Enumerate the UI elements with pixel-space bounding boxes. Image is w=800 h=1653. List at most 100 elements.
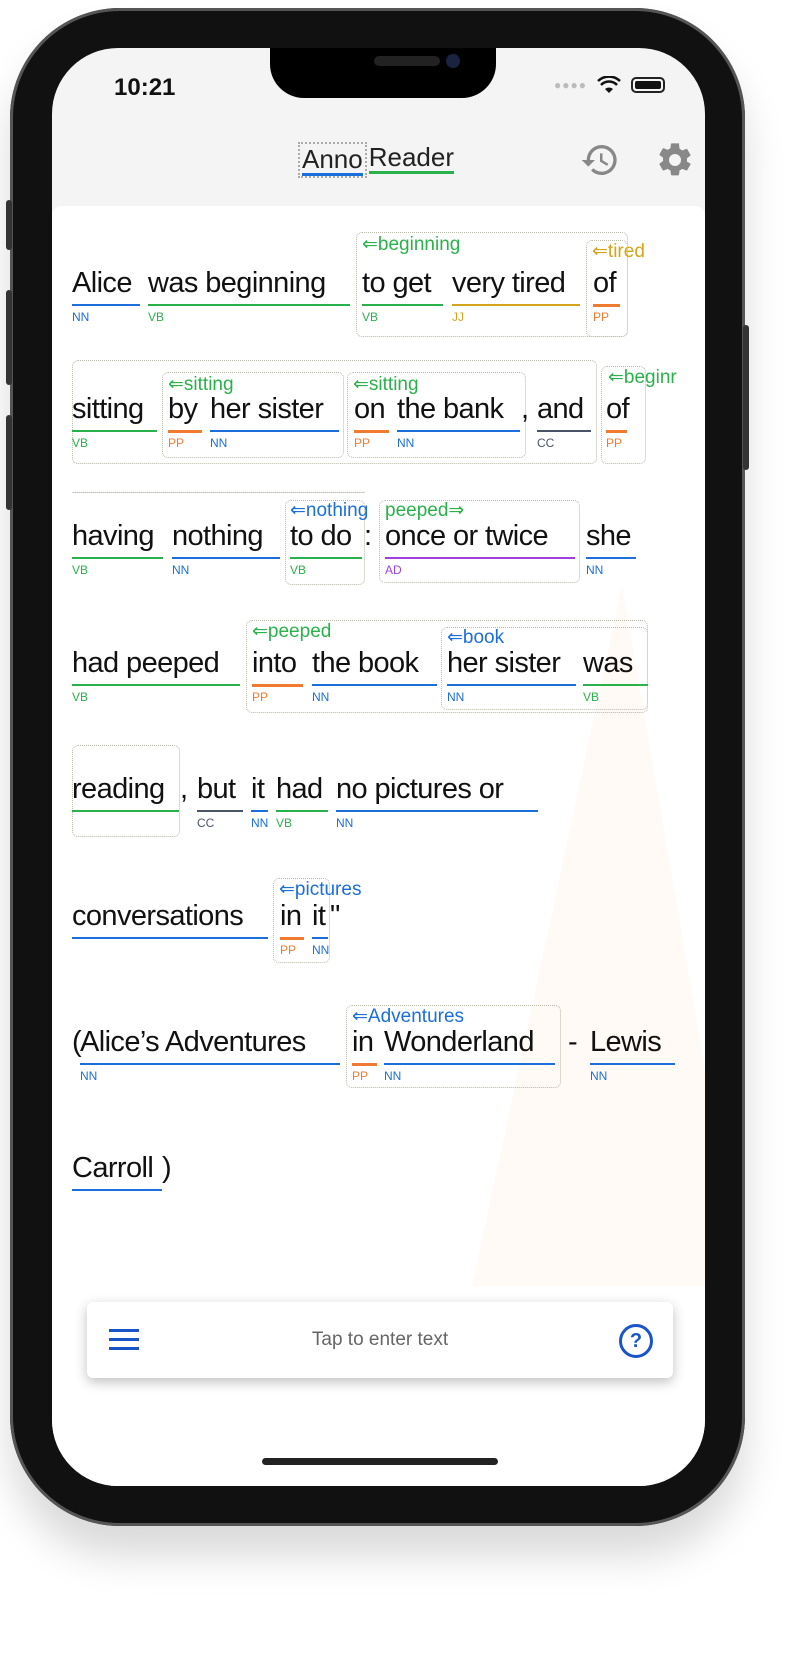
annotated-word[interactable]: to get [362, 267, 432, 299]
annotated-word[interactable]: Carroll [72, 1152, 154, 1184]
pos-tag: NN [586, 563, 604, 577]
annotated-word[interactable]: by [168, 393, 198, 425]
pos-tag: PP [606, 436, 623, 450]
annotated-word[interactable]: to do [290, 520, 352, 552]
pos-tag: PP [252, 690, 269, 704]
pos-tag: NN [336, 816, 354, 830]
punctuation[interactable]: , [521, 393, 529, 425]
pos-tag: PP [352, 1069, 369, 1083]
notch [270, 48, 496, 98]
pos-tag: CC [197, 816, 215, 830]
annotated-word[interactable]: it [251, 773, 265, 805]
punctuation[interactable]: ) [162, 1152, 172, 1184]
word-underline [80, 1063, 340, 1065]
annotated-word[interactable]: her sister [447, 647, 561, 679]
word-underline [593, 304, 620, 307]
app-screen: 10:21 ●●●● Anno Reader ⇐beginning ⇐tired ⇐… [52, 48, 705, 1486]
annotated-word[interactable]: the bank [397, 393, 504, 425]
annotated-word[interactable]: her sister [210, 393, 324, 425]
wifi-icon [597, 76, 621, 93]
word-underline [72, 557, 163, 559]
pos-tag: CC [537, 436, 555, 450]
pos-tag: NN [172, 563, 190, 577]
annotated-word[interactable]: was [583, 647, 633, 679]
word-underline [606, 430, 627, 433]
word-underline [172, 557, 280, 559]
word-underline [385, 557, 575, 559]
word-underline [312, 684, 437, 686]
punctuation[interactable]: : [364, 520, 372, 552]
annotated-word[interactable]: and [537, 393, 584, 425]
annotated-word[interactable]: conversations [72, 900, 244, 932]
annotation-label: ⇐nothing [290, 500, 369, 521]
volume-down-button [6, 415, 12, 510]
annotated-word[interactable]: had peeped [72, 647, 220, 679]
annotated-word[interactable]: in [280, 900, 302, 932]
word-underline [280, 937, 304, 940]
annotated-word[interactable]: having [72, 520, 154, 552]
punctuation[interactable]: " [330, 900, 340, 932]
word-underline [72, 810, 179, 812]
home-indicator[interactable] [262, 1458, 498, 1465]
annotated-word[interactable]: Wonderland [384, 1026, 534, 1058]
word-underline [452, 304, 580, 306]
annotated-word[interactable]: but [197, 773, 236, 805]
pos-tag: VB [72, 436, 89, 450]
annotated-word[interactable]: once or twice [385, 520, 549, 552]
annotated-word[interactable]: Lewis [590, 1026, 662, 1058]
text-input[interactable]: Tap to enter text [157, 1328, 603, 1352]
history-icon[interactable] [580, 140, 620, 180]
pos-tag: NN [384, 1069, 402, 1083]
mute-switch [6, 200, 12, 250]
annotation-box[interactable] [72, 492, 365, 493]
volume-up-button [6, 290, 12, 385]
pos-tag: VB [148, 310, 165, 324]
pos-tag: VB [72, 690, 89, 704]
annotation-label: ⇐beginr [608, 367, 677, 388]
input-bar[interactable]: Tap to enter text ? [87, 1302, 673, 1378]
word-underline [72, 684, 240, 686]
dots-icon: ●●●● [554, 78, 587, 92]
word-underline [72, 1189, 162, 1191]
word-underline [362, 304, 443, 306]
annotated-word[interactable]: sitting [72, 393, 144, 425]
punctuation[interactable]: - [568, 1026, 578, 1058]
annotated-word[interactable]: she [586, 520, 632, 552]
word-underline [252, 684, 303, 687]
annotated-word[interactable]: had [276, 773, 323, 805]
annotated-word[interactable]: very tired [452, 267, 566, 299]
annotated-word[interactable]: of [593, 267, 617, 299]
word-underline [336, 810, 538, 812]
word-underline [384, 1063, 555, 1065]
punctuation[interactable]: , [180, 773, 188, 805]
annotated-word[interactable]: into [252, 647, 297, 679]
word-underline [148, 304, 350, 306]
word-underline [397, 430, 520, 432]
annotated-word[interactable]: reading [72, 773, 165, 805]
annotated-word[interactable]: the book [312, 647, 419, 679]
annotated-text-area: ⇐beginning ⇐tired ⇐sitting ⇐sitting ⇐beginr ⇐… [52, 206, 705, 1486]
word-underline [72, 430, 157, 432]
word-underline [590, 1063, 675, 1065]
word-underline [72, 937, 268, 939]
annotation-label: ⇐peeped [252, 621, 332, 642]
annotated-word[interactable]: Alice [72, 267, 132, 299]
help-icon[interactable]: ? [619, 1324, 653, 1358]
annotated-word[interactable]: was beginning [148, 267, 326, 299]
annotated-word[interactable]: no pictures or [336, 773, 504, 805]
annotated-word[interactable]: Alice’s Adventures [80, 1026, 306, 1058]
pos-tag: NN [72, 310, 90, 324]
annotation-label: peeped⇒ [385, 500, 465, 521]
word-underline [251, 810, 268, 812]
pos-tag: NN [312, 690, 330, 704]
pos-tag: VB [290, 563, 307, 577]
annotation-label: ⇐Adventures [352, 1006, 465, 1027]
annotated-word[interactable]: nothing [172, 520, 264, 552]
menu-icon[interactable] [109, 1329, 139, 1356]
gear-icon[interactable] [655, 140, 695, 180]
annotated-word[interactable]: of [606, 393, 630, 425]
pos-tag: PP [593, 310, 610, 324]
annotated-word[interactable]: it [312, 900, 326, 932]
annotated-word[interactable]: on [354, 393, 386, 425]
annotated-word[interactable]: in [352, 1026, 374, 1058]
